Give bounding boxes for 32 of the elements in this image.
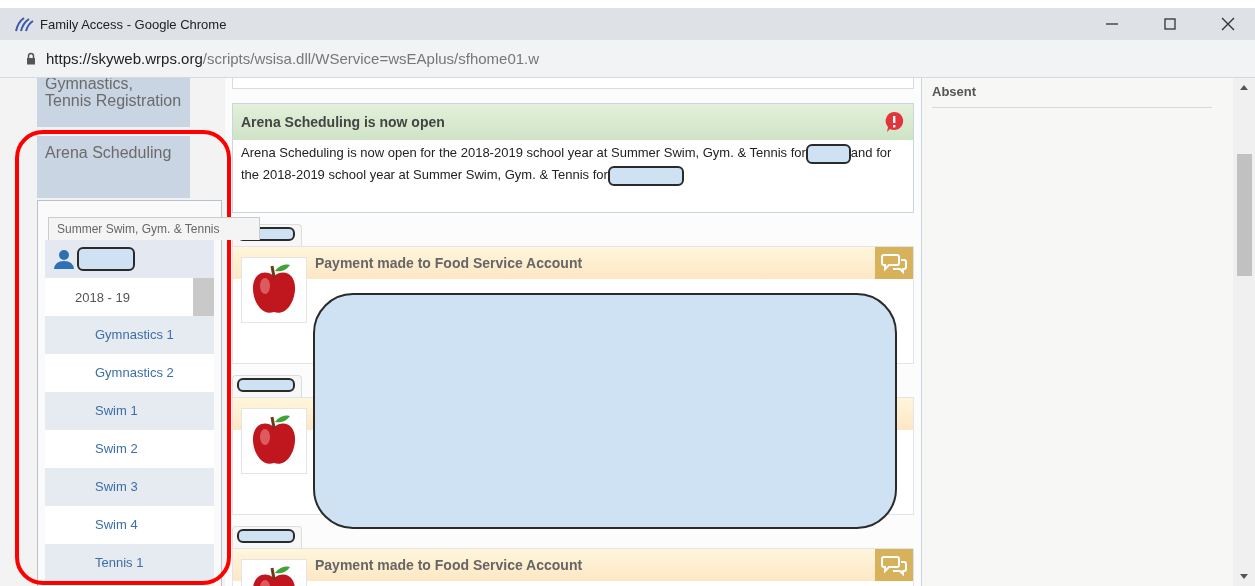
apple-icon <box>241 257 307 323</box>
sidebar-item[interactable]: Arena Scheduling <box>37 136 190 198</box>
session-link[interactable]: Gymnastics 2 <box>45 354 214 392</box>
message-title: Payment made to Food Service Account <box>315 557 583 573</box>
scroll-up-icon[interactable] <box>1240 84 1248 90</box>
scrollbar-thumb[interactable] <box>1236 154 1252 276</box>
session-link[interactable]: Gymnastics 1 <box>45 316 214 354</box>
panel-heading: Absent <box>932 84 978 99</box>
scrollbar-thumb[interactable] <box>193 278 214 316</box>
session-link[interactable]: Swim 1 <box>45 392 214 430</box>
tab[interactable] <box>232 375 302 397</box>
session-link[interactable]: Tennis 1 <box>45 544 214 582</box>
redaction-box <box>77 247 135 271</box>
alert-message: Arena Scheduling is now open for the 2018-2019 school year at Summer Swim, Gym. & Tennis for and for the 2018-2019 school year at Summer Swim, Gym. & Tennis for <box>241 142 905 186</box>
session-link[interactable]: Swim 2 <box>45 430 214 468</box>
close-icon[interactable] <box>1221 17 1235 31</box>
person-icon <box>53 249 75 269</box>
tab[interactable]: Summer Swim, Gym. & Tennis <box>48 217 260 240</box>
session-link[interactable]: Swim 3 <box>45 468 214 506</box>
url-text[interactable]: https://skyweb.wrps.org/scripts/wsisa.dll/WService=wsEAplus/sfhome01.w <box>46 50 540 67</box>
window-title: Family Access - Google Chrome <box>40 16 227 32</box>
alert-title: Arena Scheduling is now open <box>241 114 445 130</box>
session-link[interactable]: Swim 4 <box>45 506 214 544</box>
year-label: 2018 - 19 <box>74 289 130 305</box>
apple-icon <box>241 408 307 474</box>
scroll-down-icon[interactable] <box>1240 574 1248 580</box>
sidebar-item[interactable]: Gymnastics, Tennis Registration <box>37 78 190 127</box>
logo-icon <box>14 16 34 32</box>
message-title: Payment made to Food Service Account <box>315 255 583 271</box>
alert-icon <box>883 111 905 133</box>
maximize-icon[interactable] <box>1163 17 1177 31</box>
tab[interactable] <box>232 526 302 548</box>
